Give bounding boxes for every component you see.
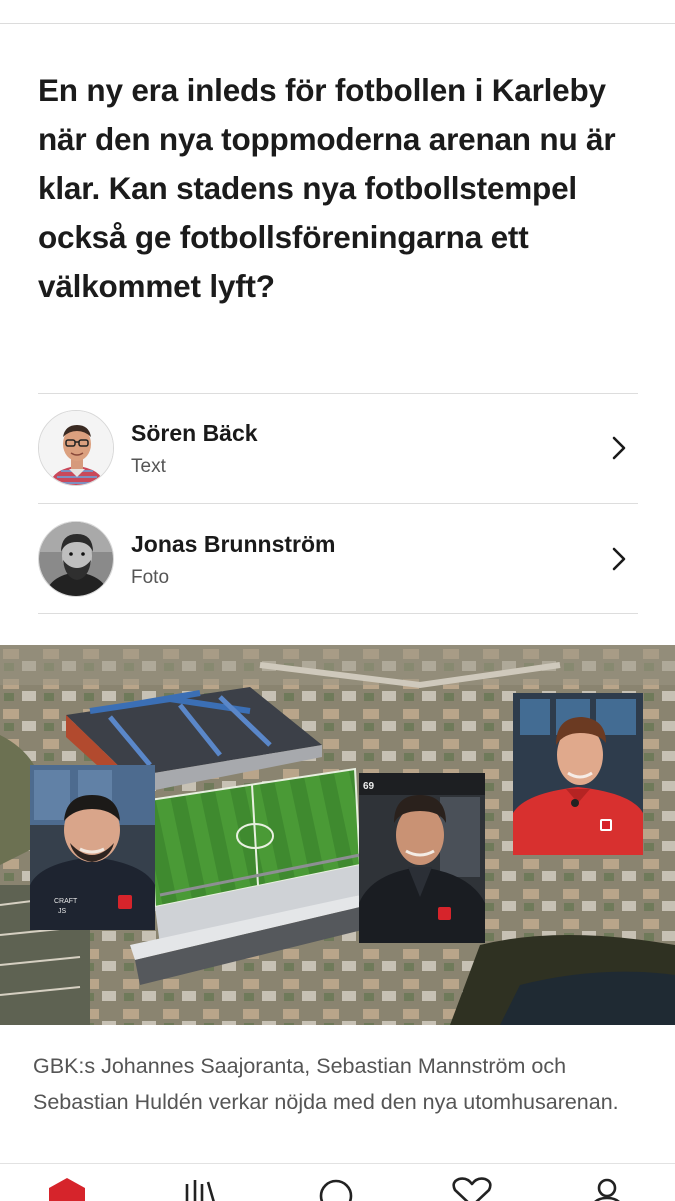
library-icon — [185, 1180, 215, 1201]
author-avatar — [38, 521, 114, 597]
byline-soren-back[interactable]: Sören Bäck Text — [38, 393, 638, 503]
byline-jonas-brunnstrom[interactable]: Jonas Brunnström Foto — [38, 504, 638, 614]
tab-home[interactable] — [42, 1176, 92, 1201]
tab-library[interactable] — [175, 1176, 225, 1201]
image-caption: GBK:s Johannes Saajoranta, Sebastian Man… — [33, 1054, 619, 1114]
jersey-brand: CRAFT — [54, 898, 78, 905]
article-lead: En ny era inleds för fotbollen i Karleby… — [38, 72, 616, 304]
profile-icon — [594, 1178, 620, 1201]
author-role: Foto — [131, 567, 170, 588]
hero-image[interactable]: CRAFT JS 69 — [0, 645, 675, 1025]
favorites-icon — [452, 1177, 492, 1201]
chevron-right-icon — [612, 436, 626, 460]
tab-favorites[interactable] — [447, 1176, 497, 1201]
home-icon — [49, 1178, 85, 1201]
chevron-right-icon — [612, 547, 626, 571]
byline-divider-bottom — [38, 613, 638, 614]
inset-photo-middle: 69 — [359, 773, 485, 943]
inset-sign: 69 — [363, 781, 375, 792]
author-name: Jonas Brunnström — [131, 531, 336, 557]
author-avatar — [38, 410, 114, 486]
jersey-initials: JS — [58, 908, 67, 915]
inset-photo-left: CRAFT JS — [30, 765, 155, 930]
top-divider — [0, 23, 675, 24]
author-name: Sören Bäck — [131, 420, 258, 446]
bottom-tab-bar — [0, 1163, 675, 1201]
inset-photo-right — [513, 693, 643, 855]
search-icon — [319, 1179, 353, 1201]
tab-profile[interactable] — [582, 1176, 632, 1201]
tab-search[interactable] — [311, 1176, 361, 1201]
author-role: Text — [131, 456, 166, 477]
